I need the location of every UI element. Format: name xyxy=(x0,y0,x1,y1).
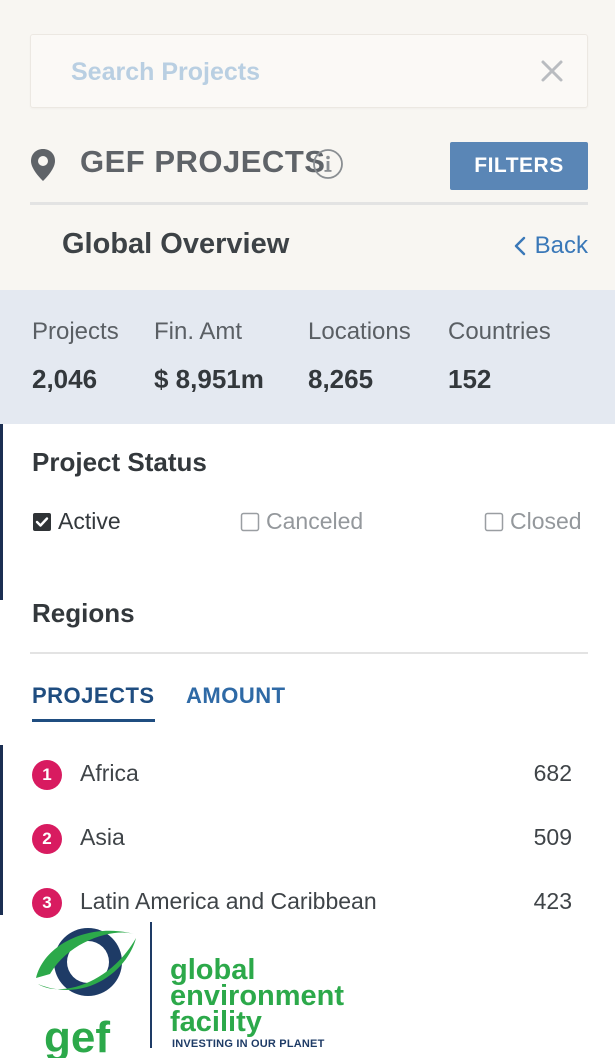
stat-label: Fin. Amt xyxy=(154,318,243,345)
stats-bar: Projects 2,046 Fin. Amt $ 8,951m Locatio… xyxy=(0,290,615,424)
region-value: 509 xyxy=(533,824,572,850)
tab-amount[interactable]: AMOUNT xyxy=(186,683,286,719)
logo-line-facility: facility xyxy=(170,1006,262,1038)
info-icon[interactable] xyxy=(312,148,344,180)
stat-value: 2,046 xyxy=(32,364,98,394)
search-box xyxy=(30,34,588,108)
list-item[interactable]: 3 Latin America and Caribbean 423 xyxy=(32,886,572,920)
stat-countries: Countries 152 xyxy=(448,318,551,395)
map-pin-icon xyxy=(31,149,55,181)
chevron-left-icon xyxy=(514,236,525,256)
region-name: Latin America and Caribbean xyxy=(80,888,377,914)
status-label: Closed xyxy=(510,508,582,534)
stat-value: 152 xyxy=(448,364,492,394)
stat-label: Locations xyxy=(308,318,411,345)
status-canceled-checkbox[interactable]: Canceled xyxy=(240,508,363,535)
status-closed-checkbox[interactable]: Closed xyxy=(484,508,582,535)
rank-badge: 2 xyxy=(32,824,62,854)
stat-projects: Projects 2,046 xyxy=(32,318,119,395)
gef-globe-logo-icon: gef xyxy=(36,928,136,1058)
list-item[interactable]: 1 Africa 682 xyxy=(32,758,572,792)
project-status-options: Active Canceled Closed xyxy=(32,508,588,538)
status-label: Active xyxy=(58,508,121,534)
map-edge-lower xyxy=(0,745,3,915)
status-label: Canceled xyxy=(266,508,364,534)
header-divider xyxy=(30,202,588,205)
stat-label: Countries xyxy=(448,318,551,345)
back-link[interactable]: Back xyxy=(513,232,588,260)
panel-header-area: GEF PROJECTS FILTERS Global Overview Bac… xyxy=(0,0,615,290)
back-label: Back xyxy=(534,232,588,259)
region-name: Asia xyxy=(80,824,125,850)
rank-badge: 3 xyxy=(32,888,62,918)
gef-projects-header: GEF PROJECTS FILTERS xyxy=(30,140,588,200)
status-active-checkbox[interactable]: Active xyxy=(32,508,121,535)
gef-logo: gef global environment facility INVESTIN… xyxy=(30,918,360,1058)
region-value: 423 xyxy=(533,888,572,914)
gef-projects-title: GEF PROJECTS xyxy=(80,144,326,179)
logo-tagline: INVESTING IN OUR PLANET xyxy=(172,1038,325,1050)
regions-divider xyxy=(30,652,588,654)
checkbox-empty-icon xyxy=(240,512,260,531)
stat-value: $ 8,951m xyxy=(154,364,264,394)
checkbox-checked-icon xyxy=(33,512,51,531)
list-item[interactable]: 2 Asia 509 xyxy=(32,822,572,856)
search-input[interactable] xyxy=(71,53,511,91)
tab-projects[interactable]: PROJECTS xyxy=(32,683,155,722)
overview-title: Global Overview xyxy=(62,228,290,260)
project-status-title: Project Status xyxy=(32,447,207,477)
stat-locations: Locations 8,265 xyxy=(308,318,411,395)
close-icon[interactable] xyxy=(537,56,567,86)
regions-title: Regions xyxy=(32,598,135,628)
logo-divider xyxy=(150,922,152,1048)
checkbox-empty-icon xyxy=(484,512,504,531)
stat-value: 8,265 xyxy=(308,364,374,394)
stat-fin-amt: Fin. Amt $ 8,951m xyxy=(154,318,264,395)
filters-button[interactable]: FILTERS xyxy=(450,142,588,190)
region-value: 682 xyxy=(533,760,572,786)
rank-badge: 1 xyxy=(32,760,62,790)
region-name: Africa xyxy=(80,760,139,786)
stat-label: Projects xyxy=(32,318,119,345)
logo-wordmark: gef xyxy=(44,1013,110,1058)
